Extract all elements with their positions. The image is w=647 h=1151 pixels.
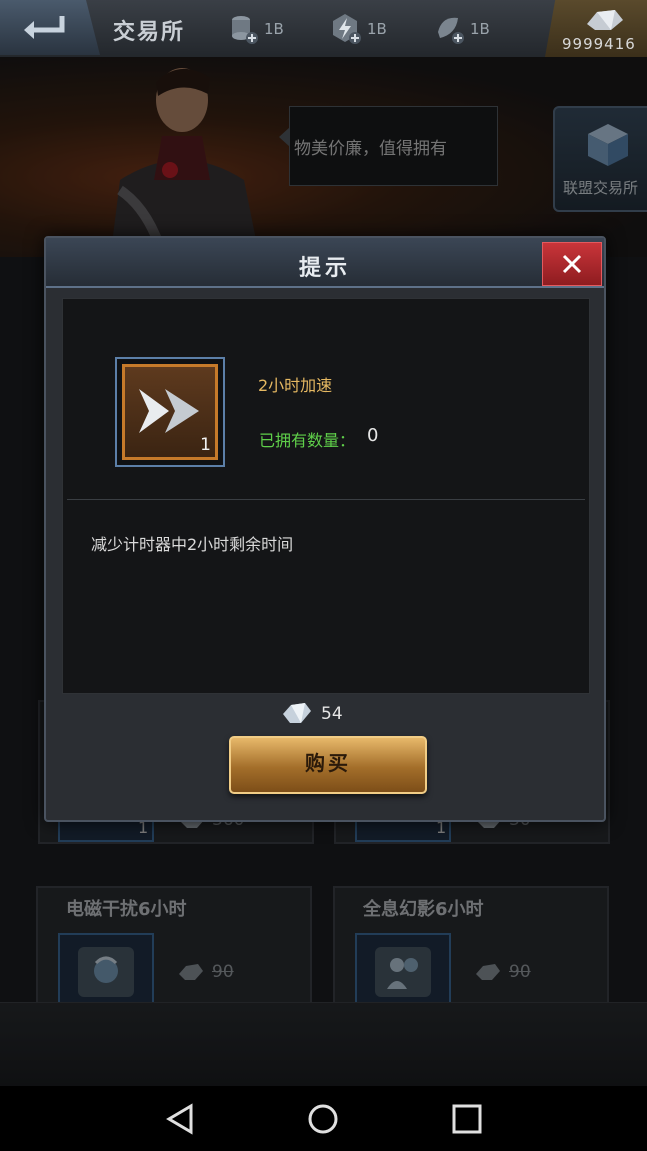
owned-label: 已拥有数量： — [259, 431, 356, 450]
crystal-icon — [438, 17, 464, 44]
buy-button[interactable]: 购买 — [229, 736, 427, 794]
coin-stack-icon — [232, 16, 258, 44]
item-description: 减少计时器中2小时剩余时间 — [91, 535, 294, 554]
diamond-icon — [587, 10, 623, 30]
crystal-value: 1B — [470, 20, 490, 38]
item-icon-inner: 1 — [122, 364, 218, 460]
top-bar: 交易所 1B 1B 1B 9999416 — [0, 0, 647, 59]
item-icon-frame: 1 — [115, 357, 225, 467]
diamond-count: 9999416 — [562, 35, 636, 53]
close-button[interactable] — [542, 242, 602, 286]
coins-value: 1B — [264, 20, 284, 38]
energy-icon — [333, 14, 361, 44]
energy-value: 1B — [367, 20, 387, 38]
page-title: 交易所 — [113, 20, 186, 45]
purchase-dialog: 提示 1 2小时加速 已拥有数量： 0 减少计时器中2小时剩余时间 54 购买 — [44, 236, 606, 822]
resource-crystal[interactable]: 1B — [432, 10, 527, 48]
speedup-icon — [139, 389, 199, 433]
item-qty: 1 — [200, 435, 211, 455]
divider — [67, 499, 585, 500]
item-name: 2小时加速 — [258, 376, 333, 395]
dialog-header: 提示 — [46, 238, 604, 288]
dialog-title: 提示 — [298, 256, 351, 281]
back-triangle-icon[interactable] — [163, 1102, 197, 1136]
back-button[interactable] — [0, 0, 100, 55]
owned-value: 0 — [367, 425, 379, 446]
back-arrow-icon — [24, 16, 65, 39]
diamond-icon — [283, 703, 311, 723]
resource-coins[interactable]: 1B — [226, 10, 321, 48]
resource-energy[interactable]: 1B — [329, 10, 424, 48]
recents-square-icon[interactable] — [450, 1102, 484, 1136]
system-nav-bar — [0, 1086, 647, 1151]
close-icon — [562, 254, 582, 274]
buy-button-label: 购买 — [305, 751, 351, 775]
item-price: 54 — [321, 704, 343, 724]
home-circle-icon[interactable] — [306, 1102, 340, 1136]
item-detail-panel: 1 2小时加速 已拥有数量： 0 减少计时器中2小时剩余时间 — [62, 298, 590, 694]
